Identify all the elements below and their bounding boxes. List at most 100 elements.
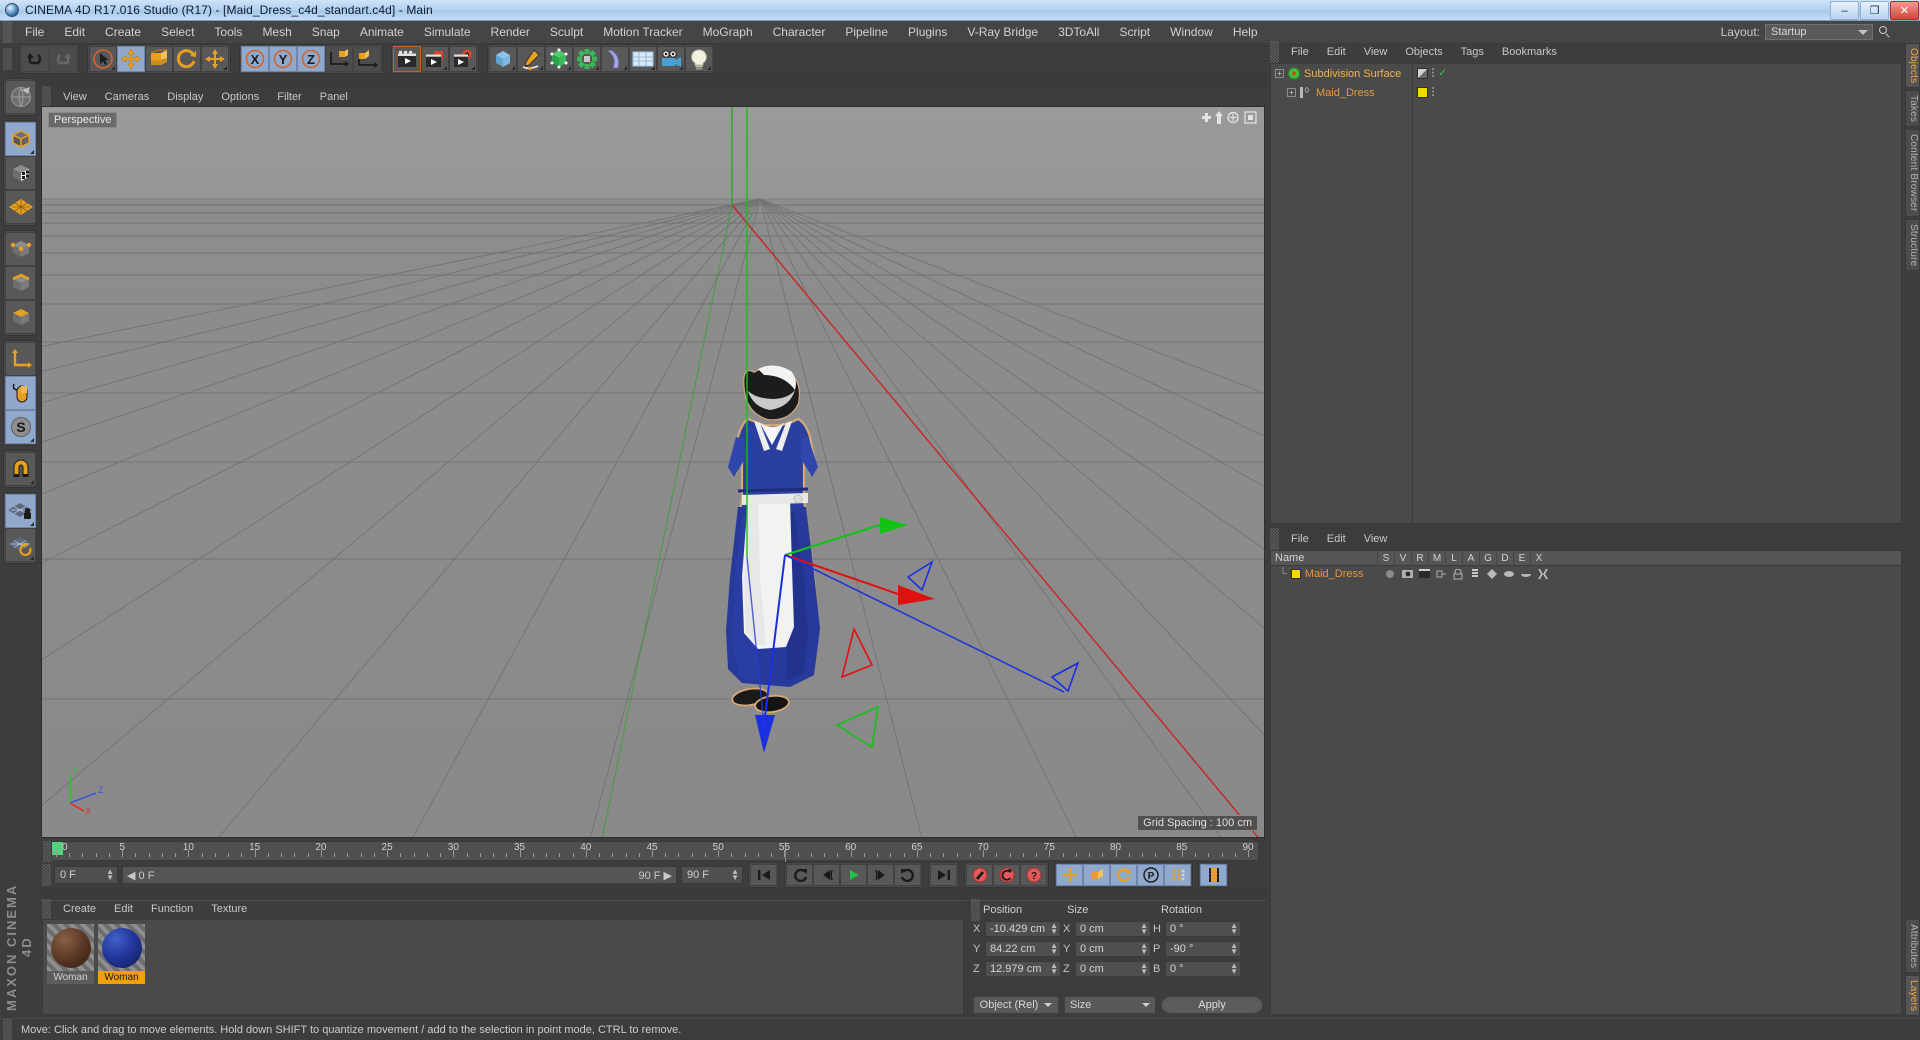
menu-grip-handle[interactable] bbox=[3, 21, 12, 43]
record-scale-button[interactable] bbox=[1083, 864, 1110, 886]
size-mode-dropdown[interactable]: Size bbox=[1064, 996, 1156, 1014]
vtab-layers[interactable]: Layers bbox=[1905, 974, 1920, 1016]
material-grip-handle[interactable] bbox=[42, 898, 51, 921]
record-point-level-animation-button[interactable] bbox=[1164, 864, 1191, 886]
menu-select[interactable]: Select bbox=[151, 21, 204, 43]
generator-icon[interactable] bbox=[1486, 568, 1500, 580]
light-button[interactable] bbox=[685, 45, 713, 72]
object-menu-file[interactable]: File bbox=[1282, 43, 1318, 61]
object-manager-grip-handle[interactable] bbox=[1270, 41, 1279, 63]
attribute-column-e[interactable]: E bbox=[1513, 550, 1530, 566]
position-x-field[interactable]: -10.429 cm ▲ ▼ bbox=[985, 920, 1061, 937]
next-frame-button[interactable] bbox=[867, 864, 894, 886]
timeline-scrub-bar[interactable]: ◀ 0 F 90 F ▶ bbox=[122, 866, 677, 884]
viewport-view-label[interactable]: Perspective bbox=[48, 112, 118, 128]
rotation-b-field[interactable]: 0 ° ▲ ▼ bbox=[1165, 960, 1241, 977]
size-x-field[interactable]: 0 cm ▲ ▼ bbox=[1075, 920, 1151, 937]
lock-x-axis-button[interactable]: X bbox=[241, 45, 269, 72]
render-view-button[interactable] bbox=[393, 45, 421, 72]
menu-mesh[interactable]: Mesh bbox=[252, 21, 301, 43]
menu-animate[interactable]: Animate bbox=[350, 21, 414, 43]
model-mode-icon[interactable] bbox=[5, 122, 36, 156]
lock-workplane-icon[interactable] bbox=[5, 494, 36, 528]
object-tree-list[interactable]: + Subdivision Surface +0 Maid_Dress bbox=[1271, 64, 1413, 523]
add-spline-button[interactable] bbox=[517, 45, 545, 72]
tag-dots-icon[interactable] bbox=[1431, 84, 1435, 102]
vtab-attributes[interactable]: Attributes bbox=[1905, 918, 1920, 973]
points-mode-icon[interactable] bbox=[5, 232, 36, 266]
polygon-grid-icon[interactable] bbox=[5, 190, 36, 224]
viewport-menu-cameras[interactable]: Cameras bbox=[96, 88, 159, 106]
snap-mode-icon[interactable]: S bbox=[5, 410, 36, 444]
record-parameter-button[interactable]: P bbox=[1137, 864, 1164, 886]
generator-button[interactable] bbox=[545, 45, 573, 72]
menu-edit[interactable]: Edit bbox=[54, 21, 95, 43]
record-rotation-button[interactable] bbox=[1110, 864, 1137, 886]
search-icon[interactable] bbox=[1878, 25, 1892, 39]
object-tag-swatch[interactable] bbox=[1417, 68, 1428, 79]
size-y-field[interactable]: 0 cm ▲ ▼ bbox=[1075, 940, 1151, 957]
record-active-objects-button[interactable] bbox=[966, 864, 993, 886]
vtab-takes[interactable]: Takes bbox=[1905, 90, 1920, 128]
object-menu-tags[interactable]: Tags bbox=[1452, 43, 1493, 61]
viewport-3d-canvas[interactable]: Perspective Grid Spacing : 100 cm Y Z X bbox=[41, 106, 1265, 838]
next-key-button[interactable] bbox=[894, 864, 921, 886]
tag-state-icon[interactable] bbox=[1385, 569, 1398, 580]
tag-dots-icon[interactable] bbox=[1431, 65, 1435, 83]
menu-snap[interactable]: Snap bbox=[302, 21, 350, 43]
spinner-arrows-icon[interactable]: ▲ ▼ bbox=[1050, 921, 1058, 935]
menu-window[interactable]: Window bbox=[1160, 21, 1223, 43]
material-icon[interactable] bbox=[1436, 569, 1449, 580]
menu-render[interactable]: Render bbox=[481, 21, 540, 43]
attribute-menu-view[interactable]: View bbox=[1355, 530, 1397, 548]
object-axis-button[interactable] bbox=[353, 45, 381, 72]
menu-sculpt[interactable]: Sculpt bbox=[540, 21, 593, 43]
material-swatch-list[interactable]: Woman Woman bbox=[42, 919, 964, 1015]
texture-mode-icon[interactable] bbox=[5, 156, 36, 190]
timeline-track[interactable]: 0 5 10 15 20 25 30 35 40 45 50 55 60 65 70 75 80 85 90 bbox=[51, 841, 1259, 862]
play-button[interactable] bbox=[840, 864, 867, 886]
minimize-button[interactable]: – bbox=[1830, 1, 1859, 20]
menu-motion-tracker[interactable]: Motion Tracker bbox=[593, 21, 692, 43]
material-item[interactable]: Woman bbox=[47, 924, 94, 1010]
spinner-arrows-icon[interactable]: ▲ ▼ bbox=[1140, 941, 1148, 955]
menu-simulate[interactable]: Simulate bbox=[414, 21, 481, 43]
object-name[interactable]: Subdivision Surface bbox=[1304, 68, 1401, 80]
menu-mograph[interactable]: MoGraph bbox=[693, 21, 763, 43]
object-menu-view[interactable]: View bbox=[1355, 43, 1397, 61]
size-z-field[interactable]: 0 cm ▲ ▼ bbox=[1075, 960, 1151, 977]
record-position-button[interactable] bbox=[1056, 864, 1083, 886]
lock-y-axis-button[interactable]: Y bbox=[269, 45, 297, 72]
anim-grip-handle[interactable] bbox=[42, 864, 51, 886]
expand-toggle-icon[interactable]: + bbox=[1275, 69, 1284, 78]
rotation-p-field[interactable]: -90 ° ▲ ▼ bbox=[1165, 940, 1241, 957]
material-color-swatch[interactable] bbox=[1290, 569, 1301, 579]
object-tree-body[interactable]: + Subdivision Surface +0 Maid_Dress ✓ bbox=[1270, 63, 1902, 524]
preview-end-field[interactable]: 90 F ▲ ▼ bbox=[681, 866, 743, 884]
menu-pipeline[interactable]: Pipeline bbox=[835, 21, 898, 43]
attribute-column-a[interactable]: A bbox=[1462, 550, 1479, 566]
scene-array-button[interactable] bbox=[629, 45, 657, 72]
position-y-field[interactable]: 84.22 cm ▲ ▼ bbox=[985, 940, 1061, 957]
object-tags-row[interactable] bbox=[1414, 83, 1450, 102]
material-preview[interactable] bbox=[47, 924, 94, 971]
object-menu-bookmarks[interactable]: Bookmarks bbox=[1493, 43, 1566, 61]
maximize-button[interactable]: ❐ bbox=[1860, 1, 1889, 20]
attribute-column-m[interactable]: M bbox=[1428, 550, 1445, 566]
object-tag-column[interactable]: ✓ bbox=[1414, 64, 1450, 102]
workplane-icon[interactable] bbox=[5, 528, 36, 562]
spinner-arrows-icon[interactable]: ▲ ▼ bbox=[1140, 961, 1148, 975]
attribute-menu-file[interactable]: File bbox=[1282, 530, 1318, 548]
object-row[interactable]: + Subdivision Surface bbox=[1271, 64, 1412, 83]
menu-script[interactable]: Script bbox=[1109, 21, 1160, 43]
expression-icon[interactable] bbox=[1520, 569, 1534, 580]
spinner-arrows-icon[interactable]: ▲ ▼ bbox=[1050, 941, 1058, 955]
live-selection-button[interactable] bbox=[89, 45, 117, 72]
timeline-ruler[interactable]: 0 5 10 15 20 25 30 35 40 45 50 55 60 65 70 75 80 85 90 bbox=[39, 840, 1267, 863]
animation-icon[interactable] bbox=[1470, 568, 1483, 580]
move-gizmo[interactable] bbox=[42, 107, 1265, 838]
attribute-row-name[interactable]: Maid_Dress bbox=[1305, 568, 1381, 580]
prev-frame-button[interactable] bbox=[813, 864, 840, 886]
edges-mode-icon[interactable] bbox=[5, 266, 36, 300]
attribute-column-d[interactable]: D bbox=[1496, 550, 1513, 566]
